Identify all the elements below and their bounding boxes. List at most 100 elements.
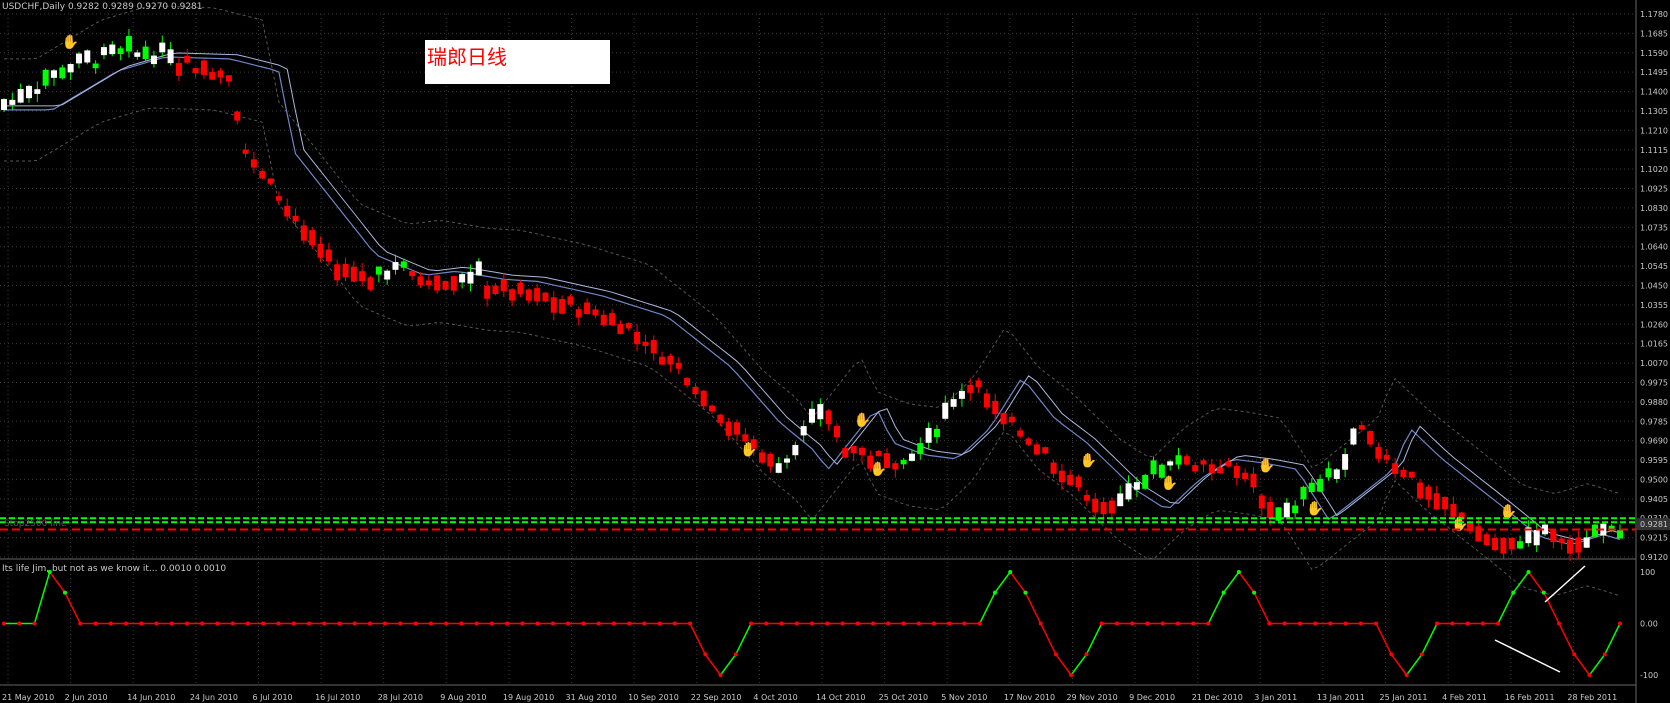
- indicator-point: [383, 621, 388, 626]
- candle-body: [1333, 469, 1340, 479]
- bottom-marker: ✋: [1306, 500, 1323, 517]
- candle-body: [300, 225, 307, 241]
- indicator-point: [992, 590, 997, 595]
- indicator-segment: [1085, 623, 1103, 655]
- candle-body: [1300, 486, 1307, 500]
- price-tick-label: 1.1400: [1640, 88, 1668, 97]
- candle-body: [142, 46, 149, 60]
- candle-body: [1050, 462, 1057, 474]
- indicator-point: [444, 621, 449, 626]
- candle-body: [1533, 529, 1540, 546]
- indicator-point: [428, 621, 433, 626]
- candle-body: [434, 275, 441, 291]
- indicator-point: [1221, 590, 1226, 595]
- candle-body: [1383, 455, 1390, 460]
- indicator-point: [794, 621, 799, 626]
- candle-body: [325, 249, 332, 262]
- candle-body: [492, 285, 499, 295]
- candle-body: [700, 390, 707, 407]
- indicator-segment: [1604, 623, 1621, 655]
- top-marker: ✋: [1257, 457, 1274, 474]
- indicator-point: [718, 673, 723, 677]
- price-tick-label: 0.9785: [1640, 417, 1668, 426]
- candle-body: [550, 297, 557, 313]
- candle-body: [933, 428, 940, 438]
- indicator-point: [1328, 621, 1333, 626]
- candle-body: [1192, 465, 1199, 472]
- candle-body: [659, 356, 666, 365]
- candle-body: [792, 445, 799, 456]
- candle-body: [50, 70, 57, 78]
- candle-body: [1400, 469, 1407, 477]
- candle-body: [1200, 460, 1207, 465]
- indicator-segment: [1375, 623, 1392, 655]
- date-tick-label: 9 Dec 2010: [1129, 693, 1175, 702]
- candle-body: [292, 215, 299, 222]
- date-tick-label: 14 Oct 2010: [816, 693, 865, 702]
- candle-body: [175, 63, 182, 76]
- indicator-point: [2, 621, 6, 626]
- date-tick-label: 13 Jan 2011: [1317, 693, 1365, 702]
- price-tick-label: 1.0165: [1640, 340, 1668, 349]
- price-tick-label: 1.0070: [1640, 359, 1668, 368]
- indicator-segment: [1588, 653, 1606, 676]
- candle-body: [517, 282, 524, 295]
- candle-body: [742, 434, 749, 442]
- indicator-segment: [1223, 571, 1240, 594]
- indicator-point: [291, 621, 296, 626]
- indicator-point: [870, 621, 875, 626]
- price-tick-label: 0.9120: [1640, 553, 1668, 562]
- candle-body: [334, 264, 341, 281]
- candle-body: [1133, 482, 1140, 490]
- candle-body: [1142, 474, 1149, 489]
- indicator-point: [123, 621, 128, 626]
- indicator-point: [1435, 621, 1440, 626]
- candle-body: [1617, 530, 1623, 539]
- date-tick-label: 21 May 2010: [2, 693, 54, 702]
- candle-body: [1217, 467, 1224, 474]
- chart-axes: 1.1780 1.1685 1.1590 1.1495 1.1400 1.1305 1.12…: [2, 10, 1670, 702]
- candle-body: [409, 271, 416, 277]
- price-tick-label: 0.9690: [1640, 437, 1668, 446]
- candle-body: [692, 386, 699, 395]
- chart-title: USDCHF,Daily 0.9282 0.9289 0.9270 0.9281: [2, 2, 203, 12]
- price-tick-label: 1.1685: [1640, 29, 1668, 38]
- indicator-point: [886, 621, 891, 626]
- indicator-point: [1526, 570, 1531, 574]
- indicator-point: [1252, 590, 1257, 595]
- candle-body: [650, 340, 657, 354]
- candle-body: [1183, 456, 1190, 465]
- candle-body: [1067, 474, 1074, 486]
- date-tick-label: 28 Jul 2010: [378, 693, 423, 702]
- indicator-point: [1541, 590, 1546, 595]
- price-tick-label: 1.0830: [1640, 204, 1668, 213]
- indicator-segment: [1055, 653, 1072, 676]
- indicator-point: [474, 621, 479, 626]
- indicator-segment: [1238, 571, 1255, 594]
- candle-body: [709, 405, 716, 412]
- candle-body: [1108, 500, 1115, 514]
- candle-body: [209, 72, 216, 80]
- candle-body: [908, 453, 915, 461]
- candle-body: [317, 243, 324, 258]
- candle-body: [1583, 537, 1590, 548]
- candle-body: [1150, 460, 1157, 475]
- indicator-segment: [735, 623, 752, 655]
- candle-body: [117, 48, 124, 55]
- indicator-segment: [1253, 592, 1271, 624]
- candle-body: [925, 427, 932, 443]
- indicator-segment: [994, 571, 1011, 594]
- price-tick-label: 1.0260: [1640, 320, 1668, 329]
- date-tick-label: 21 Dec 2010: [1192, 693, 1243, 702]
- indicator-point: [749, 621, 754, 626]
- date-tick-label: 4 Feb 2011: [1442, 693, 1487, 702]
- candle-body: [442, 280, 449, 290]
- candle-body: [1025, 438, 1032, 445]
- candle-body: [1283, 502, 1290, 518]
- moving-average-slow: [4, 52, 1621, 541]
- indicator-segment: [1405, 653, 1423, 676]
- indicator-point: [1480, 621, 1485, 626]
- candle-body: [1317, 478, 1324, 492]
- candle-body: [900, 459, 907, 465]
- price-tick-label: 1.1305: [1640, 107, 1668, 116]
